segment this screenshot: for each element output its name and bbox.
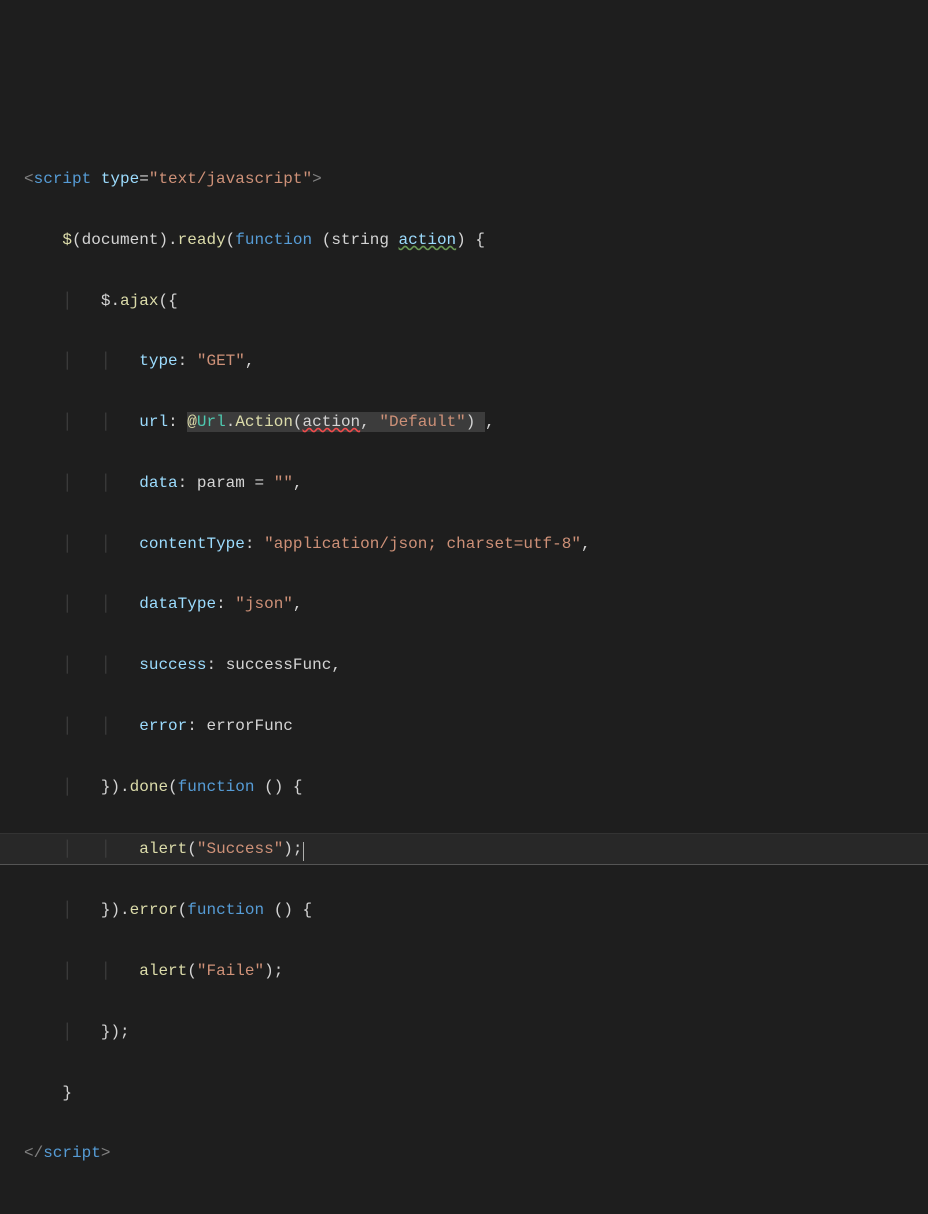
- tag-bracket: >: [312, 170, 322, 188]
- tag-bracket: </: [24, 1144, 43, 1162]
- action-method: Action: [235, 413, 293, 431]
- code-line[interactable]: │ }).error(function () {: [0, 895, 928, 925]
- tag-bracket: <: [24, 170, 34, 188]
- tag-name: script: [34, 170, 92, 188]
- url-namespace: Url: [197, 413, 226, 431]
- tag-name: script: [43, 1144, 101, 1162]
- code-line-active[interactable]: │ │ alert("Success");: [0, 833, 928, 865]
- attribute-value: "text/javascript": [149, 170, 312, 188]
- razor-at: @: [187, 413, 197, 431]
- code-editor[interactable]: <script type="text/javascript"> $(docume…: [0, 134, 928, 1200]
- action-arg: action: [303, 413, 361, 431]
- ajax-fn: ajax: [120, 292, 158, 310]
- tag-bracket: >: [101, 1144, 111, 1162]
- text-cursor: [303, 842, 304, 861]
- param-ident: param: [197, 474, 245, 492]
- success-prop: success: [139, 656, 206, 674]
- code-line[interactable]: │ │ data: param = "",: [0, 468, 928, 498]
- data-prop: data: [139, 474, 177, 492]
- done-fn: done: [130, 778, 168, 796]
- type-prop: type: [139, 352, 177, 370]
- indent-guide: │: [62, 292, 72, 310]
- success-string: "Success": [197, 840, 283, 858]
- get-string: "GET": [197, 352, 245, 370]
- code-line[interactable]: │ │ alert("Faile");: [0, 956, 928, 986]
- url-prop: url: [139, 413, 168, 431]
- default-string: "Default": [379, 413, 465, 431]
- code-line[interactable]: │ │ type: "GET",: [0, 346, 928, 376]
- json-string: "json": [235, 595, 293, 613]
- document-ident: document: [82, 231, 159, 249]
- action-param: action: [399, 231, 457, 249]
- errorfunc-ident: errorFunc: [206, 717, 292, 735]
- code-line[interactable]: │ $.ajax({: [0, 286, 928, 316]
- function-keyword: function: [235, 231, 312, 249]
- jquery-dollar: $: [62, 231, 72, 249]
- string-type: string: [331, 231, 389, 249]
- alert-fn: alert: [139, 962, 187, 980]
- successfunc-ident: successFunc: [226, 656, 332, 674]
- code-line[interactable]: }: [0, 1078, 928, 1108]
- code-line[interactable]: │ │ dataType: "json",: [0, 589, 928, 619]
- code-line[interactable]: │ │ success: successFunc,: [0, 650, 928, 680]
- ready-fn: ready: [178, 231, 226, 249]
- code-line[interactable]: │ }).done(function () {: [0, 772, 928, 802]
- empty-string: "": [274, 474, 293, 492]
- code-line[interactable]: $(document).ready(function (string actio…: [0, 225, 928, 255]
- contenttype-string: "application/json; charset=utf-8": [264, 535, 581, 553]
- error-prop: error: [139, 717, 187, 735]
- code-line[interactable]: </script>: [0, 1138, 928, 1168]
- code-line[interactable]: <script type="text/javascript">: [0, 164, 928, 194]
- code-line[interactable]: │ │ error: errorFunc: [0, 711, 928, 741]
- alert-fn: alert: [139, 840, 187, 858]
- code-line[interactable]: │ │ contentType: "application/json; char…: [0, 529, 928, 559]
- contenttype-prop: contentType: [139, 535, 245, 553]
- datatype-prop: dataType: [139, 595, 216, 613]
- error-fn: error: [130, 901, 178, 919]
- faile-string: "Faile": [197, 962, 264, 980]
- attribute-name: type: [101, 170, 139, 188]
- code-line[interactable]: │ │ url: @Url.Action(action, "Default") …: [0, 407, 928, 437]
- code-line[interactable]: │ });: [0, 1017, 928, 1047]
